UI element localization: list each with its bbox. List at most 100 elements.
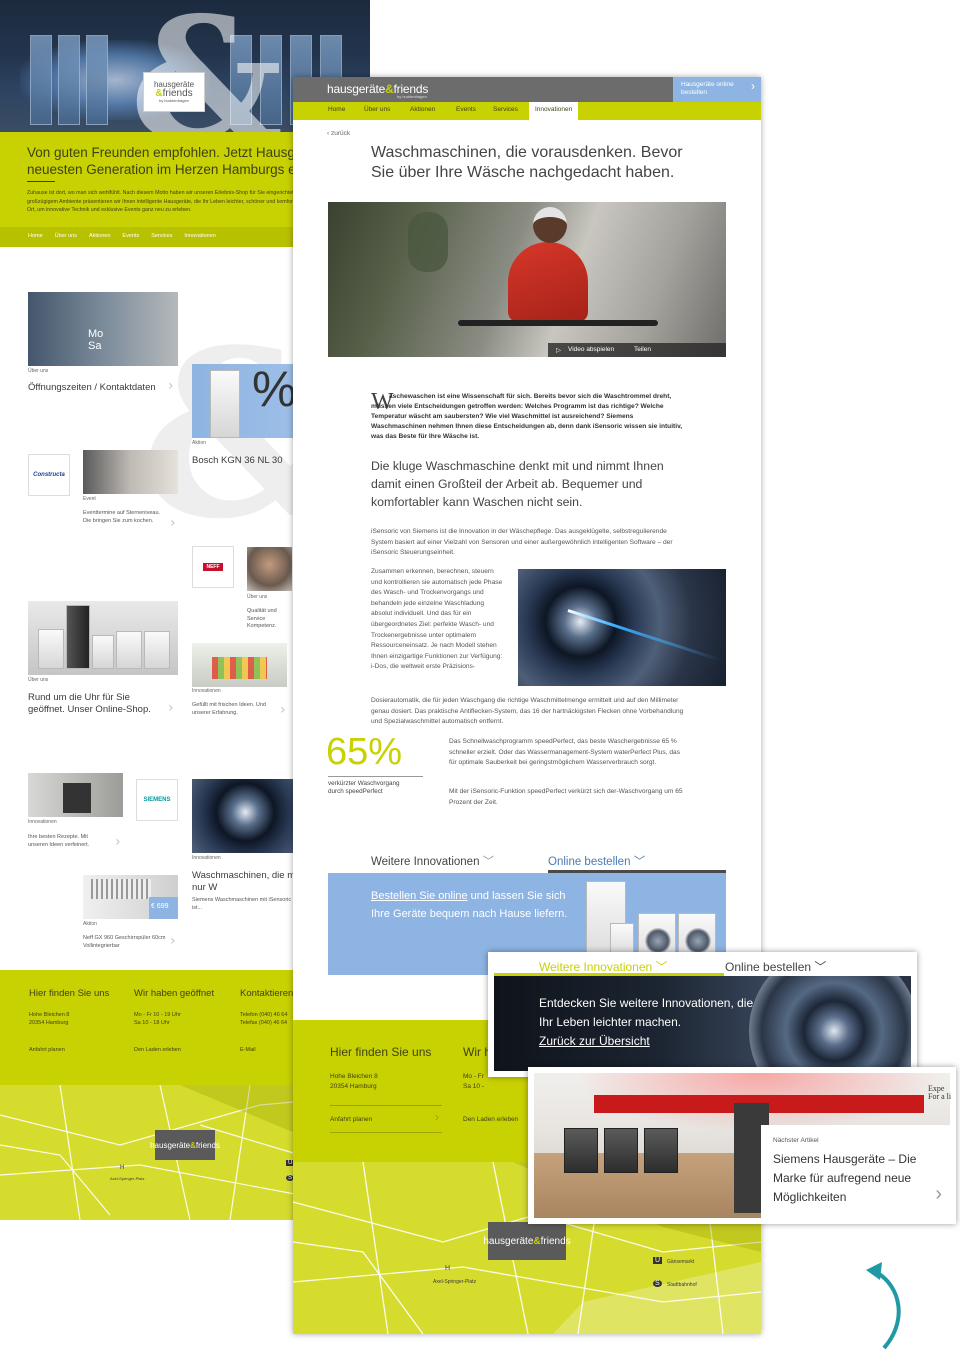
nav-item-events[interactable]: Events [456, 106, 476, 113]
event-tile-image[interactable] [83, 450, 178, 494]
tile-category: Innovationen [192, 688, 221, 694]
nav-item-about[interactable]: Über uns [364, 106, 390, 113]
play-video-button[interactable]: Video abspielen [568, 346, 614, 353]
main-nav: Home Über uns Aktionen Events Services I… [293, 102, 761, 120]
innovations-teaser[interactable]: Entdecken Sie weitere Innovationen, die … [494, 976, 911, 1071]
nav-item-events[interactable]: Events [116, 227, 145, 247]
dishwasher-tile-image[interactable]: € 699 [83, 875, 178, 919]
vegetables [212, 657, 267, 679]
tab-order-online[interactable]: Online bestellen ﹀ [548, 853, 645, 869]
tab-label: Weitere Innovationen [539, 960, 653, 974]
divider [328, 776, 423, 777]
map-logo: hausgeräte&friends [150, 1130, 220, 1160]
nav-item-innovations[interactable]: Innovationen [178, 227, 222, 247]
footer-heading: Wir h [463, 1045, 491, 1059]
chevron-right-icon[interactable]: › [435, 1111, 439, 1123]
nav-item-services[interactable]: Services [493, 106, 518, 113]
video-hero-image[interactable]: ▷ Video abspielen Teilen [328, 202, 726, 357]
next-article-title[interactable]: Siemens Hausgeräte – Die Marke für aufre… [773, 1150, 943, 1207]
tile-category: Über uns [247, 594, 268, 600]
drum-image [749, 976, 911, 1071]
store-tile-image[interactable]: Mo Sa [28, 292, 178, 366]
chevron-right-icon[interactable]: › [170, 515, 176, 531]
nav-item-innovations[interactable]: Innovationen [529, 102, 579, 120]
chevron-right-icon[interactable]: › [168, 700, 174, 716]
tile-title[interactable]: Bosch KGN 36 NL 30 [192, 455, 282, 467]
store-link[interactable]: Den Laden erleben [134, 1046, 181, 1054]
tile-category: Innovationen [28, 819, 57, 825]
lead-paragraph: Die kluge Waschmaschine denkt mit und ni… [371, 459, 664, 509]
nav-item-services[interactable]: Services [145, 227, 178, 247]
chevron-right-icon[interactable]: › [935, 1183, 942, 1206]
store-link[interactable]: Den Laden erleben [463, 1115, 518, 1125]
next-article-panel[interactable]: Expe For a li Nächster Artikel Siemens H… [528, 1067, 956, 1224]
footer-heading: Hier finden Sie uns [330, 1045, 432, 1059]
nav-item-home[interactable]: Home [22, 227, 49, 247]
service-tile-image[interactable] [247, 547, 292, 591]
divider [27, 181, 55, 182]
body-paragraph: iSensoric von Siemens ist die Innovation… [371, 528, 673, 556]
cyclist-jacket [508, 242, 588, 322]
chevron-right-icon[interactable]: › [168, 378, 174, 394]
drum-image [518, 569, 726, 686]
neff-logo[interactable]: NEFF [192, 546, 234, 588]
share-button[interactable]: Teilen [634, 346, 651, 353]
constructa-logo[interactable]: Constructa [28, 454, 70, 496]
order-online-button[interactable]: Hausgeräte online bestellen › [673, 77, 761, 102]
footer-heading: Kontaktieren [240, 988, 294, 999]
tile-title[interactable]: Rund um die Uhr für Sie geöffnet. Unser … [28, 692, 168, 716]
tab-label: Weitere Innovationen [371, 856, 480, 868]
tile-text[interactable]: Qualität und Service Kompetenz. [247, 608, 292, 631]
oven-tile-image[interactable] [28, 773, 123, 817]
tab-more-innovations[interactable]: Weitere Innovationen ﹀ [371, 853, 494, 869]
bus-stop-icon: H [120, 1165, 125, 1171]
onlineshop-tile-image[interactable] [28, 601, 178, 675]
tile-text[interactable]: Ihre besten Rezepte. Mit unseren Ideen v… [28, 834, 108, 849]
route-link[interactable]: Anfahrt planen [330, 1115, 372, 1125]
order-link[interactable]: Bestellen Sie online [371, 890, 468, 902]
store-window [58, 35, 80, 125]
hero-logo: hausgeräte &friends by buddenhagen [143, 72, 205, 112]
dish-rack [91, 879, 151, 899]
body-paragraph: Das Schnellwaschprogramm speedPerfect, d… [449, 738, 680, 766]
tab-label: Online bestellen [725, 960, 812, 974]
next-article-label: Nächster Artikel [773, 1137, 819, 1144]
fridge-image [210, 370, 240, 438]
chevron-right-icon[interactable]: › [115, 834, 121, 850]
fridge-tile-image[interactable] [192, 643, 287, 687]
back-to-overview-link[interactable]: Zurück zur Übersicht [539, 1034, 650, 1048]
tab-order-online[interactable]: Online bestellen ﹀ [725, 958, 826, 975]
route-link[interactable]: Anfahrt planen [29, 1046, 65, 1054]
chevron-right-icon[interactable]: › [280, 702, 286, 718]
siemens-logo[interactable]: SIEMENS [136, 779, 178, 821]
body-paragraph: Dosierautomatik, die für jeden Waschgang… [371, 697, 684, 725]
opening-hours: Mo - Fr 10 - 19 Uhr Sa 10 - 18 Uhr [134, 1012, 181, 1026]
video-play-icon[interactable]: ▷ [556, 346, 561, 354]
back-link[interactable]: ‹ zurück [327, 130, 350, 137]
divider [330, 1105, 442, 1106]
store-window [86, 35, 108, 125]
chevron-right-icon[interactable]: › [170, 933, 176, 949]
tile-text[interactable]: Eventtermine auf Sterneniveau. Die bring… [83, 510, 163, 525]
nav-item-offers[interactable]: Aktionen [83, 227, 116, 247]
map-place-label: Axel-Springer-Platz [433, 1279, 477, 1285]
opening-sign: Mo Sa [88, 328, 104, 352]
tile-category: Aktion [192, 440, 206, 446]
footer-heading: Wir haben geöffnet [134, 988, 215, 999]
nav-item-about[interactable]: Über uns [49, 227, 83, 247]
teaser-copy: Entdecken Sie weitere Innovationen, die … [539, 996, 754, 1029]
stat-caption: verkürzter Waschvorgang durch speedPerfe… [328, 780, 400, 795]
nav-item-home[interactable]: Home [328, 106, 345, 113]
next-article-card[interactable]: Nächster Artikel Siemens Hausgeräte – Di… [761, 1125, 950, 1218]
tile-title[interactable]: Öffnungszeiten / Kontaktdaten [28, 382, 178, 394]
tile-text[interactable]: Neff GX 960 Geschirrspüler 60cm Vollinte… [83, 935, 168, 950]
email-link[interactable]: E-Mail [240, 1046, 256, 1054]
chevron-down-icon: ﹀ [482, 856, 495, 868]
coffee-machine [604, 1128, 638, 1173]
coffee-machine [564, 1128, 598, 1173]
nav-item-offers[interactable]: Aktionen [410, 106, 435, 113]
appliance [66, 605, 90, 669]
tile-text[interactable]: Gefüllt mit frischen Ideen. Und unserer … [192, 702, 272, 717]
map-station-label: Gänsemarkt [667, 1259, 695, 1265]
washer-door [645, 928, 671, 954]
